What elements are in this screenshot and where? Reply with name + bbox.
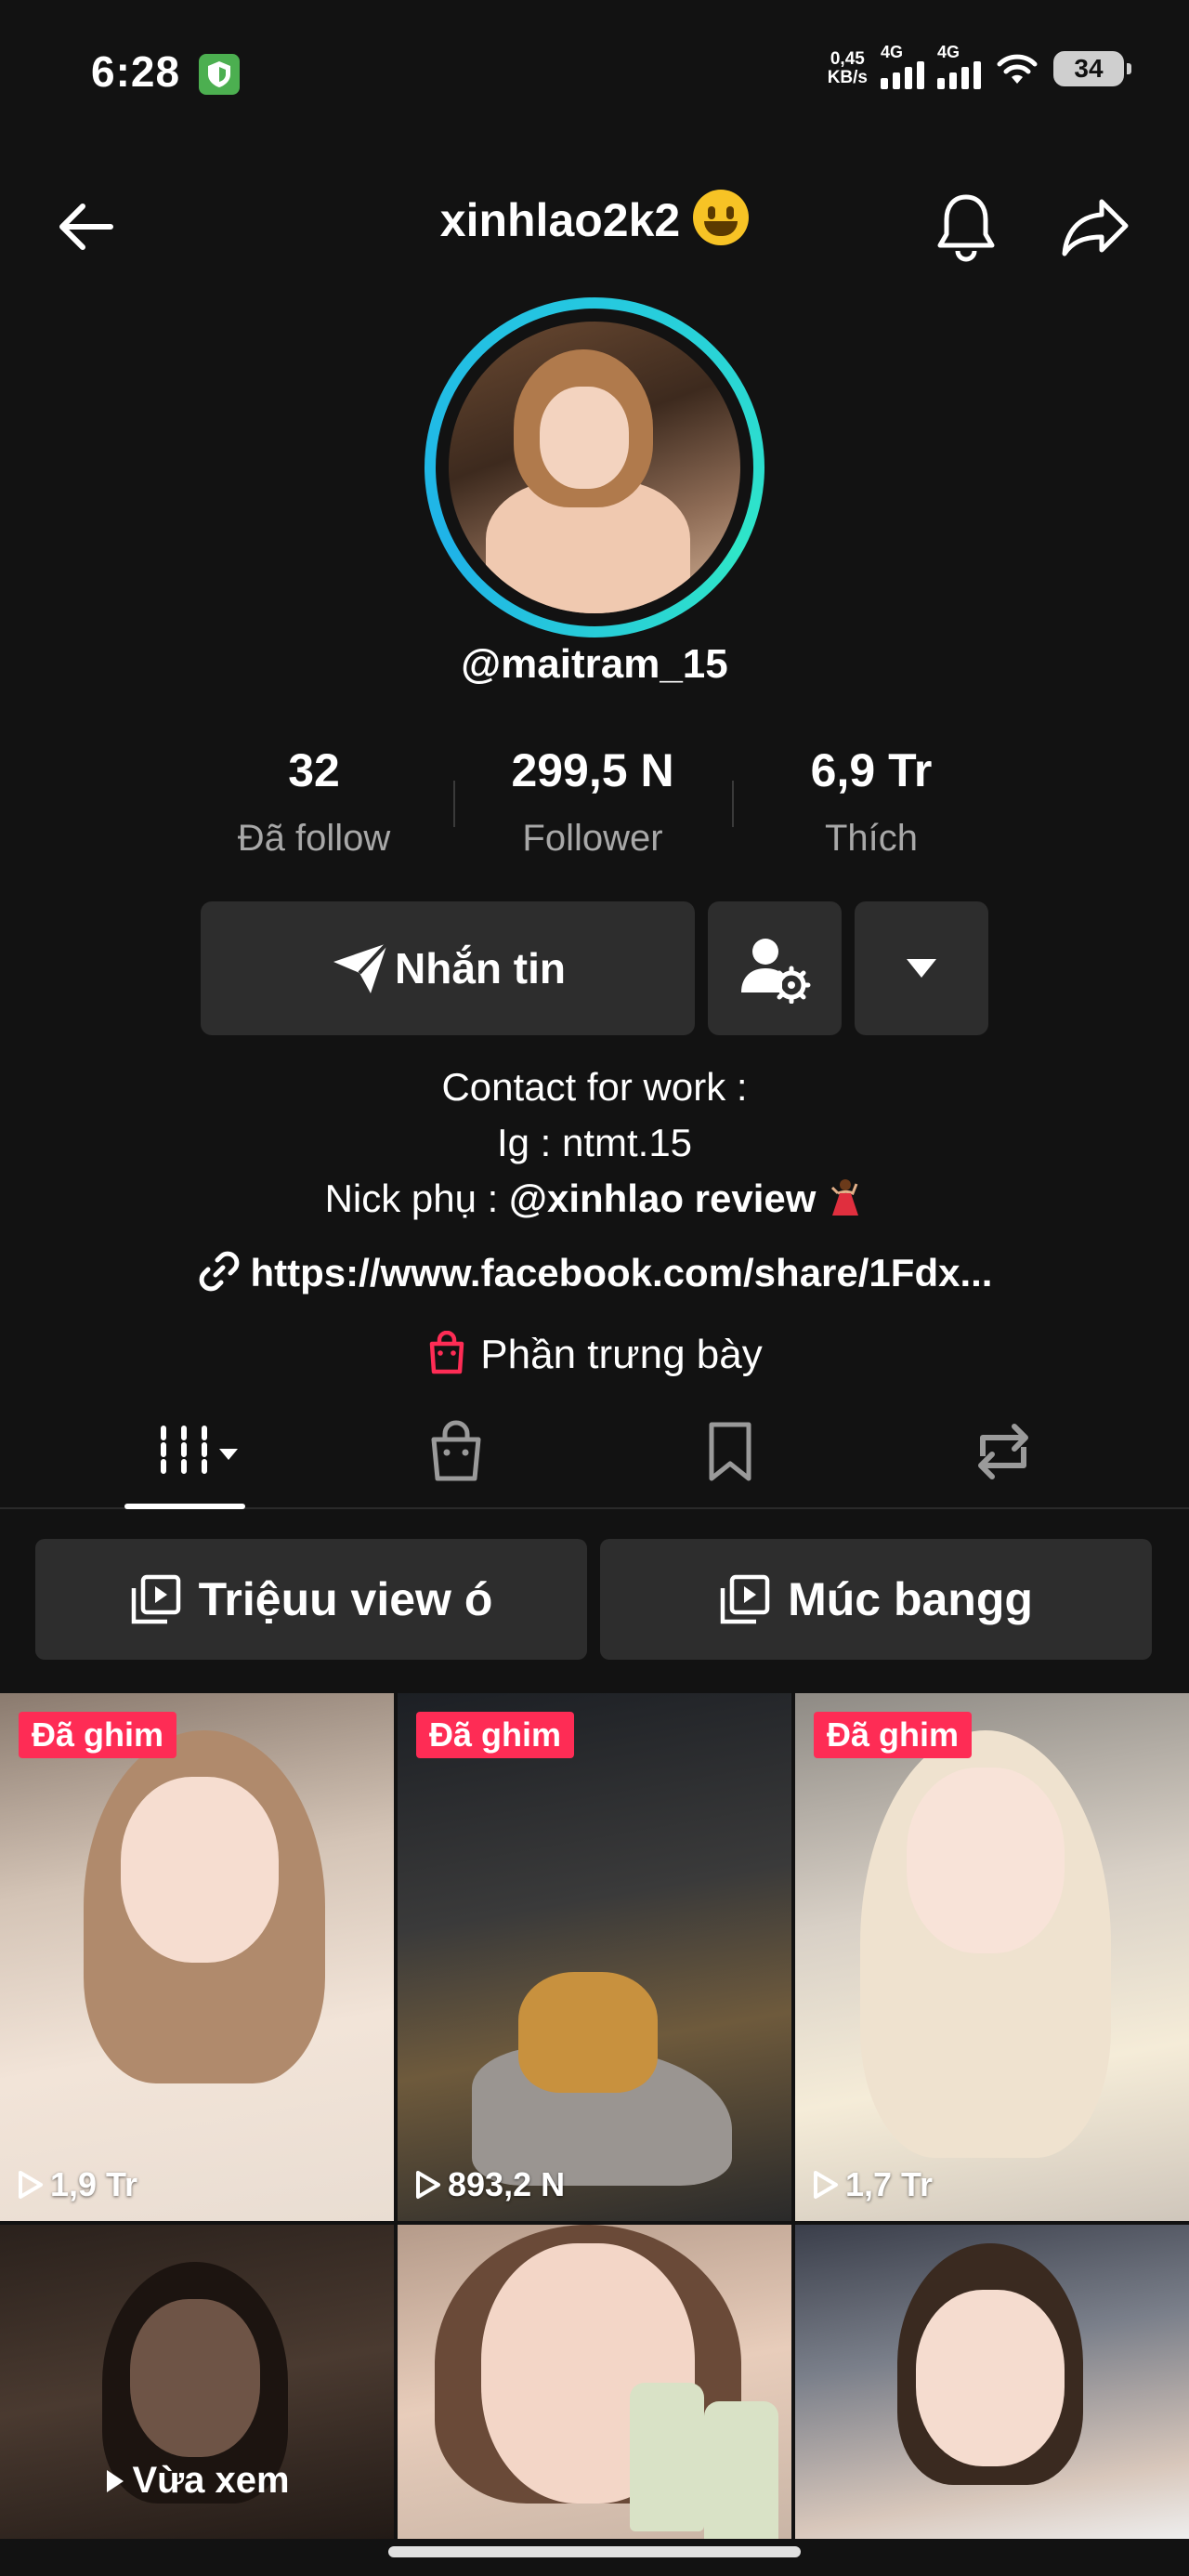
status-indicators: 0,45 KB/s 4G 4G 34: [828, 43, 1131, 89]
showcase-label: Phần trưng bày: [480, 1332, 763, 1377]
followers-label: Follower: [522, 818, 663, 859]
bio-line: Nick phụ : @xinhlao review: [0, 1171, 1189, 1227]
tab-shop[interactable]: [382, 1394, 530, 1509]
following-count: 32: [288, 744, 340, 796]
username: @maitram_15: [461, 641, 728, 687]
video-thumbnail[interactable]: [795, 2225, 1189, 2539]
share-button[interactable]: [1055, 186, 1137, 268]
battery-indicator: 34: [1053, 51, 1131, 86]
bio-line: Ig : ntmt.15: [496, 1121, 693, 1164]
dancer-emoji-icon: [831, 1179, 859, 1216]
playlist-title: Triệuu view ó: [198, 1573, 493, 1625]
shopping-bag-icon: [430, 1331, 464, 1374]
share-icon: [1062, 199, 1129, 256]
avatar-image: [449, 322, 740, 613]
signal-icon: 4G: [937, 43, 981, 89]
likes-stat[interactable]: 6,9 Tr Thích: [751, 743, 992, 860]
profile-actions: Nhắn tin: [0, 901, 1189, 1035]
bio: Contact for work : Ig : ntmt.15 Nick phụ…: [0, 1059, 1189, 1227]
wifi-icon: [997, 54, 1038, 84]
video-grid: Đã ghim 1,9 Tr Đã ghim 893,2 N Đã ghim 1…: [0, 1693, 1189, 2539]
view-count-text: 893,2 N: [448, 2165, 566, 2203]
caret-down-icon: [907, 959, 936, 978]
play-icon: [107, 2469, 124, 2492]
profile-header: xinhlao2k2: [0, 167, 1189, 269]
tab-videos[interactable]: [123, 1394, 271, 1509]
followers-stat[interactable]: 299,5 N Follower: [472, 743, 713, 860]
network-speed: 0,45 KB/s: [828, 50, 868, 87]
following-stat[interactable]: 32 Đã follow: [193, 743, 435, 860]
playlist-card[interactable]: Múc bangg: [600, 1539, 1152, 1660]
person-settings-icon: [741, 939, 811, 1004]
network-speed-unit: KB/s: [827, 68, 868, 87]
playlist-icon: [720, 1574, 770, 1624]
stat-divider: [453, 781, 455, 827]
stat-divider: [732, 781, 734, 827]
playlist-title: Múc bangg: [788, 1573, 1033, 1625]
playlist-card[interactable]: Triệuu view ó: [35, 1539, 587, 1660]
just-watched-label: Vừa xem: [0, 2460, 394, 2502]
view-count-text: 1,9 Tr: [50, 2165, 138, 2203]
home-indicator[interactable]: [388, 2546, 801, 2557]
send-icon: [333, 941, 389, 993]
repost-icon: [978, 1424, 1028, 1479]
bell-icon: [937, 194, 995, 262]
just-watched-text: Vừa xem: [132, 2460, 290, 2501]
following-label: Đã follow: [237, 818, 391, 859]
tab-reposts[interactable]: [929, 1394, 1078, 1509]
likes-label: Thích: [824, 818, 919, 859]
shopping-bag-icon: [431, 1420, 481, 1481]
playlist-icon: [131, 1574, 180, 1624]
pinned-badge: Đã ghim: [814, 1712, 973, 1758]
bookmark-icon: [709, 1422, 751, 1481]
video-thumbnail[interactable]: Đã ghim 893,2 N: [398, 1693, 791, 2221]
profile-link[interactable]: https://www.facebook.com/share/1Fdx...: [0, 1249, 1189, 1295]
page-title-text: xinhlao2k2: [439, 194, 681, 246]
pinned-badge: Đã ghim: [416, 1712, 575, 1758]
active-tab-indicator: [124, 1504, 245, 1509]
more-options-button[interactable]: [855, 901, 988, 1035]
signal-type-label: 4G: [881, 43, 904, 61]
play-icon: [814, 2171, 838, 2199]
followers-count: 299,5 N: [511, 744, 674, 796]
play-icon: [19, 2171, 43, 2199]
showcase-link[interactable]: Phần trưng bày: [0, 1331, 1189, 1378]
view-count: 893,2 N: [414, 2165, 565, 2204]
message-button-label: Nhắn tin: [395, 944, 566, 992]
shield-icon: [199, 54, 240, 95]
grid-icon: [161, 1426, 238, 1478]
status-bar: 6:28 0,45 KB/s 4G 4G 34: [0, 0, 1189, 149]
video-thumbnail[interactable]: Đã ghim 1,7 Tr: [795, 1693, 1189, 2221]
avatar[interactable]: [425, 297, 764, 637]
view-count: 1,7 Tr: [812, 2165, 933, 2204]
bio-line: Contact for work :: [441, 1065, 748, 1109]
playlists: Triệuu view ó Múc bangg: [0, 1539, 1189, 1662]
bio-line-prefix: Nick phụ :: [324, 1176, 509, 1220]
status-time: 6:28: [91, 47, 181, 96]
pinned-badge: Đã ghim: [19, 1712, 177, 1758]
signal-type-label: 4G: [937, 43, 960, 61]
likes-count: 6,9 Tr: [810, 744, 933, 796]
link-icon: [199, 1251, 239, 1292]
network-speed-value: 0,45: [830, 49, 865, 69]
follow-settings-button[interactable]: [708, 901, 842, 1035]
video-thumbnail[interactable]: Vừa xem: [0, 2225, 394, 2539]
video-thumbnail[interactable]: [398, 2225, 791, 2539]
video-thumbnail[interactable]: Đã ghim 1,9 Tr: [0, 1693, 394, 2221]
profile-tabs: [0, 1394, 1189, 1509]
view-count: 1,9 Tr: [17, 2165, 137, 2204]
bio-mention[interactable]: @xinhlao review: [509, 1176, 816, 1220]
tab-saved[interactable]: [656, 1394, 804, 1509]
view-count-text: 1,7 Tr: [845, 2165, 934, 2203]
profile-link-text: https://www.facebook.com/share/1Fdx...: [250, 1251, 993, 1295]
grinning-face-emoji-icon: [693, 190, 750, 245]
page-title: xinhlao2k2: [0, 190, 1189, 247]
message-button[interactable]: Nhắn tin: [201, 901, 695, 1035]
play-icon: [416, 2171, 440, 2199]
profile-stats: 32 Đã follow 299,5 N Follower 6,9 Tr Thí…: [0, 743, 1189, 874]
notifications-button[interactable]: [925, 186, 1007, 268]
signal-icon: 4G: [881, 43, 924, 89]
